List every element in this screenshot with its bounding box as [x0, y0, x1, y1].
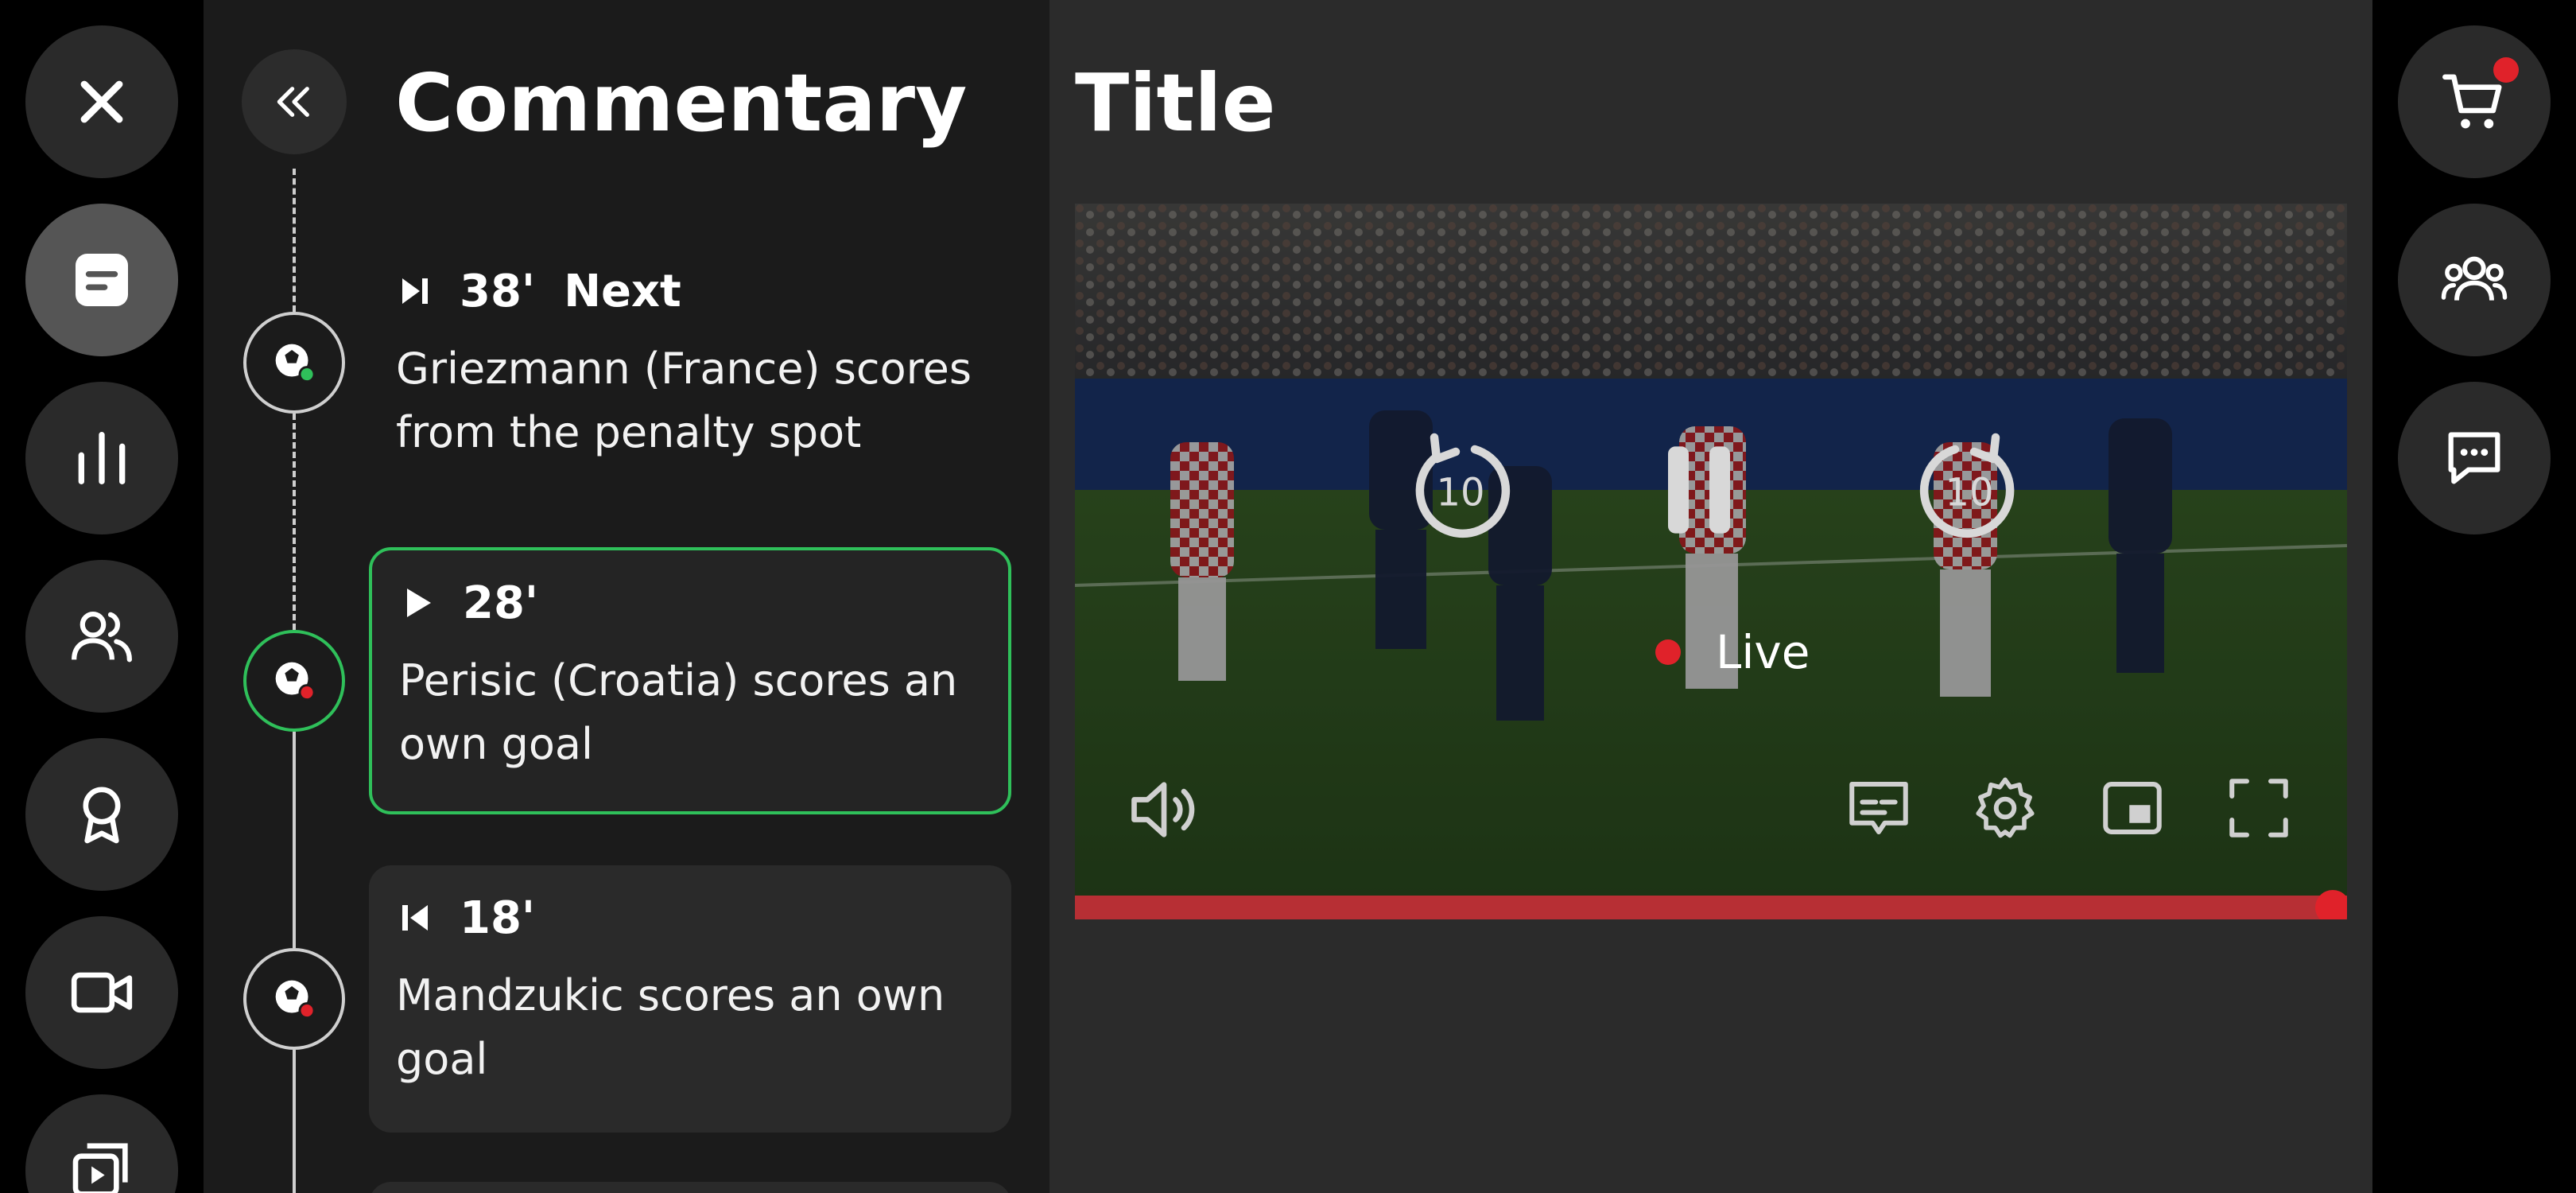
- stats-tab-button[interactable]: [25, 382, 178, 534]
- chat-icon: [2448, 432, 2500, 484]
- timeline-connector: [293, 414, 296, 630]
- pause-icon: [1668, 446, 1730, 534]
- playlist-tab-button[interactable]: [25, 1094, 178, 1193]
- volume-button[interactable]: [1124, 770, 1204, 849]
- goal-ball-icon: [275, 344, 316, 383]
- live-indicator[interactable]: Live: [1655, 625, 1810, 679]
- group-icon: [2441, 256, 2508, 301]
- timeline-connector: [293, 732, 296, 948]
- live-dot: [1655, 639, 1681, 665]
- progress-scrubber[interactable]: [2315, 890, 2347, 919]
- commentary-event[interactable]: [369, 1182, 1011, 1193]
- video-title: Title: [1075, 56, 1276, 150]
- award-icon: [83, 787, 121, 844]
- event-header: 28': [399, 574, 981, 631]
- subtitles-icon: [1849, 782, 1908, 834]
- picture-in-picture-icon: [2103, 782, 2162, 834]
- settings-icon: [1976, 777, 2035, 838]
- document-icon: [76, 254, 128, 306]
- volume-icon: [1131, 782, 1195, 837]
- timeline-connector: [293, 169, 296, 312]
- fullscreen-button[interactable]: [2223, 772, 2295, 844]
- watch-party-button[interactable]: [2398, 204, 2551, 356]
- event-header: 38' Next: [396, 262, 984, 320]
- commentary-event-selected[interactable]: 28' Perisic (Croatia) scores an own goal: [369, 547, 1011, 814]
- live-label: Live: [1716, 625, 1810, 679]
- rewind-10-icon: 10: [1415, 433, 1511, 538]
- event-minute: 38': [460, 265, 536, 317]
- play-icon: [407, 589, 431, 617]
- left-navigation-rail: [0, 0, 204, 1193]
- settings-button[interactable]: [1969, 772, 2041, 844]
- fullscreen-icon: [2229, 779, 2288, 837]
- notification-dot: [2493, 57, 2519, 83]
- progress-bar[interactable]: [1075, 890, 2347, 919]
- event-description: Mandzukic scores an own goal: [396, 970, 945, 1084]
- chat-button[interactable]: [2398, 382, 2551, 534]
- playlist-icon: [72, 1143, 128, 1193]
- event-minute: 18': [460, 892, 536, 944]
- goal-ball-icon: [275, 662, 316, 701]
- lineups-tab-button[interactable]: [25, 560, 178, 713]
- people-icon: [72, 612, 132, 663]
- close-button[interactable]: [25, 25, 178, 178]
- double-chevron-left-icon: [277, 87, 309, 117]
- timeline-node: [243, 312, 345, 414]
- progress-fill: [1075, 896, 2347, 919]
- collapse-panel-button[interactable]: [242, 49, 347, 154]
- video-tab-button[interactable]: [25, 916, 178, 1069]
- video-camera-icon: [71, 972, 133, 1013]
- video-player[interactable]: 10 10 Live: [1075, 204, 2347, 919]
- awards-tab-button[interactable]: [25, 738, 178, 891]
- pause-button[interactable]: [1647, 438, 1751, 542]
- forward-seconds-label: 10: [1945, 471, 1993, 515]
- main-content: Title 10 10 Live: [1049, 0, 2372, 1193]
- event-header: 18': [396, 889, 984, 946]
- forward-10-icon: 10: [1919, 433, 2015, 538]
- commentary-event[interactable]: 18' Mandzukic scores an own goal: [369, 865, 1011, 1133]
- shop-button[interactable]: [2398, 25, 2551, 178]
- timeline-connector: [293, 1050, 296, 1193]
- right-action-rail: [2372, 0, 2576, 1193]
- commentary-panel: Commentary 38' Next Griezmann (France) s…: [204, 0, 1049, 1193]
- skip-next-icon: [402, 278, 428, 304]
- subtitles-button[interactable]: [1843, 772, 1915, 844]
- goal-ball-icon: [275, 980, 316, 1020]
- forward-10-button[interactable]: 10: [1910, 430, 2029, 550]
- event-description: Griezmann (France) scores from the penal…: [396, 344, 972, 457]
- commentary-event[interactable]: 38' Next Griezmann (France) scores from …: [369, 239, 1011, 488]
- timeline-node: [243, 948, 345, 1050]
- stats-icon: [78, 432, 126, 484]
- close-icon: [80, 80, 123, 123]
- commentary-tab-button[interactable]: [25, 204, 178, 356]
- event-tag: Next: [564, 265, 681, 317]
- picture-in-picture-button[interactable]: [2097, 772, 2168, 844]
- skip-previous-icon: [402, 905, 428, 931]
- rewind-10-button[interactable]: 10: [1401, 430, 1520, 550]
- rewind-seconds-label: 10: [1436, 471, 1484, 515]
- event-description: Perisic (Croatia) scores an own goal: [399, 655, 958, 769]
- panel-title: Commentary: [395, 56, 968, 150]
- timeline-node-active: [243, 630, 345, 732]
- event-minute: 28': [463, 577, 539, 629]
